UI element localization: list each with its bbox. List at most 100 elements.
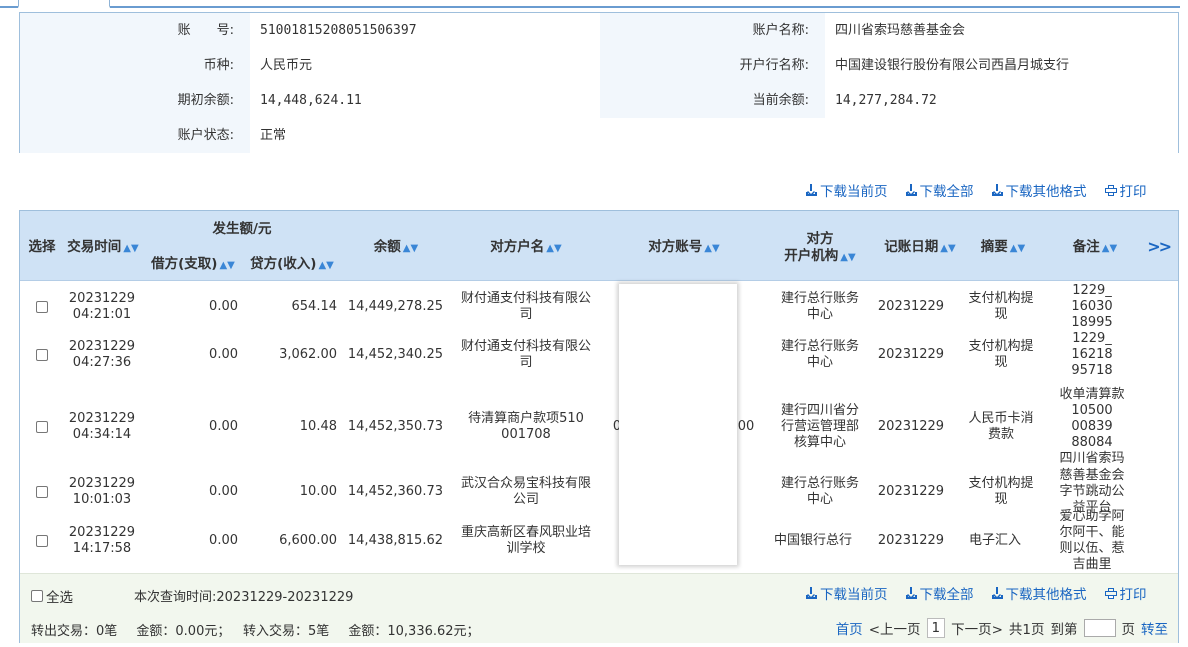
header-bank-line2: 开户机构: [784, 248, 839, 264]
row-summary: 电子汇入: [968, 533, 1021, 548]
row-checkbox[interactable]: [36, 535, 48, 547]
print-link[interactable]: 打印: [1104, 583, 1147, 603]
download-icon: [806, 587, 817, 599]
header-amount-group: 发生额/元: [212, 221, 272, 237]
header-balance[interactable]: 余额 ▲▼: [366, 239, 426, 257]
remark-line: 收单清算款: [1059, 386, 1125, 402]
status-value: 正常: [250, 118, 600, 153]
header-credit-label: 贷方(收入): [250, 256, 317, 272]
download-all-link[interactable]: 下载全部: [905, 180, 974, 200]
name-line: 训学校: [506, 541, 546, 556]
download-page-link[interactable]: 下载当前页: [806, 583, 888, 603]
tab-strip: [0, 0, 1188, 8]
info-empty-label: [600, 118, 825, 153]
remark-line: 1229_: [1072, 282, 1112, 298]
prev-page-link[interactable]: <上一页: [869, 618, 921, 638]
print-icon: [1104, 587, 1117, 599]
bank-value: 中国建设银行股份有限公司西昌月城支行: [825, 48, 1178, 83]
header-remark[interactable]: 备注 ▲▼: [1070, 239, 1120, 257]
table-footer: 全选 本次查询时间:20231229-20231229 下载当前页 下载全部 下…: [20, 573, 1178, 643]
row-time: 20231229 10:01:03: [64, 474, 140, 509]
row-checkbox[interactable]: [36, 420, 48, 433]
header-credit[interactable]: 贷方(收入) ▲▼: [244, 256, 340, 274]
remark-line: 尔阿干、能: [1059, 525, 1125, 540]
row-summary: 支付机构提现: [960, 474, 1042, 509]
row-debit: 0.00: [209, 298, 238, 314]
row-counterparty-bank: 建行四川省分 行营运管理部 核算中心: [770, 379, 870, 474]
time-clock: 14:17:58: [72, 541, 132, 556]
first-page-link[interactable]: 首页: [836, 618, 863, 638]
bank-line: 建行总行账务: [780, 475, 859, 491]
row-post-date: 20231229: [877, 347, 945, 362]
row-checkbox-cell: [24, 474, 60, 509]
active-tab[interactable]: [18, 0, 110, 8]
expand-columns-icon[interactable]: >>: [1147, 237, 1172, 256]
header-counterparty-account[interactable]: 对方账号 ▲▼: [644, 239, 724, 257]
row-balance: 14,452,360.73: [347, 483, 443, 499]
download-icon: [905, 184, 917, 196]
opening-balance-label: 期初余额:: [20, 83, 250, 118]
download-all-link[interactable]: 下载全部: [905, 583, 974, 603]
row-summary: 支付机构提现: [960, 282, 1042, 331]
goto-page-input[interactable]: [1083, 619, 1116, 637]
table-row[interactable]: 20231229 14:17:58 0.00 6,600.00 14,438,81…: [20, 509, 1178, 573]
currency-label: 币种:: [20, 48, 250, 83]
download-page-link[interactable]: 下载当前页: [806, 180, 888, 200]
info-empty-value: [825, 118, 1178, 153]
header-debit[interactable]: 借方(支取) ▲▼: [146, 256, 240, 274]
goto-button[interactable]: 转至: [1141, 618, 1168, 638]
row-counterparty-bank: 建行总行账务 中心: [770, 474, 870, 509]
row-debit: 0.00: [209, 533, 238, 548]
top-actions: 下载当前页 下载全部 下载其他格式 打印: [806, 180, 1147, 200]
row-balance: 14,449,278.25: [347, 298, 443, 314]
account-info-panel: 账 号: 51001815208051506397 账户名称: 四川省索玛慈善基…: [19, 12, 1179, 153]
tab-underline-left: [0, 6, 18, 8]
row-checkbox[interactable]: [36, 349, 48, 361]
header-summary[interactable]: 摘要 ▲▼: [978, 239, 1028, 257]
info-row: 期初余额: 14,448,624.11 当前余额: 14,277,284.72: [20, 83, 1178, 118]
remark-line: 吉曲里: [1072, 557, 1112, 572]
sort-icon: ▲▼: [1009, 243, 1026, 254]
tab-underline: [110, 6, 1180, 8]
select-all-checkbox[interactable]: [31, 590, 43, 602]
sort-icon: ▲▼: [123, 243, 139, 254]
row-remark: 1229_ 16030 18995: [1046, 282, 1138, 331]
currency-value: 人民币元: [250, 48, 600, 83]
header-post-date-label: 记账日期: [884, 239, 939, 255]
table-row[interactable]: 20231229 04:27:36 0.00 3,062.00 14,452,34…: [20, 331, 1178, 379]
summary-line: 支付机构提: [968, 290, 1034, 306]
row-counterparty-bank: 建行总行账务 中心: [770, 331, 870, 379]
header-counterparty-bank[interactable]: 对方 开户机构 ▲▼: [778, 231, 862, 266]
download-other-link[interactable]: 下载其他格式: [991, 583, 1087, 603]
summary-line: 支付机构提: [968, 339, 1034, 354]
remark-line: 四川省索玛: [1059, 450, 1125, 466]
header-post-date[interactable]: 记账日期 ▲▼: [882, 239, 958, 257]
row-time: 20231229 14:17:58: [64, 509, 140, 573]
row-credit: 654.14: [291, 298, 338, 314]
header-time[interactable]: 交易时间 ▲▼: [64, 239, 142, 257]
row-counterparty-account-end: 00: [737, 418, 755, 434]
header-counterparty-name-label: 对方户名: [490, 239, 545, 255]
sort-icon: ▲▼: [402, 243, 419, 254]
remark-line: 则以伍、惹: [1059, 541, 1125, 556]
select-all[interactable]: 全选: [31, 586, 73, 606]
opening-balance-value: 14,448,624.11: [250, 83, 600, 118]
header-counterparty-name[interactable]: 对方户名 ▲▼: [486, 239, 566, 257]
download-page-label: 下载当前页: [820, 587, 888, 603]
print-link[interactable]: 打印: [1104, 180, 1147, 200]
table-row[interactable]: 20231229 10:01:03 0.00 10.00 14,452,360.7…: [20, 468, 1178, 515]
next-page-link[interactable]: 下一页>: [951, 618, 1003, 638]
table-row[interactable]: 20231229 04:34:14 0.00 10.48 14,452,350.7…: [20, 379, 1178, 474]
print-label: 打印: [1119, 184, 1147, 200]
row-remark: 慈善基金会 字节跳动公 益平台: [1046, 468, 1138, 515]
sort-icon: ▲▼: [940, 243, 956, 254]
download-other-link[interactable]: 下载其他格式: [991, 180, 1087, 200]
header-bank-line1: 对方: [806, 231, 834, 247]
table-header: 选择 交易时间 ▲▼ 发生额/元 借方(支取) ▲▼ 贷方(收入) ▲▼ 余额 ▲▼ 对…: [20, 211, 1178, 281]
select-all-label: 全选: [46, 590, 73, 606]
table-row[interactable]: 20231229 04:21:01 0.00 654.14 14,449,278.…: [20, 282, 1178, 331]
row-post-date: 20231229: [877, 298, 945, 314]
row-checkbox[interactable]: [36, 300, 48, 313]
row-checkbox[interactable]: [36, 485, 48, 498]
name-line: 财付通支付科技有限公: [460, 339, 591, 354]
